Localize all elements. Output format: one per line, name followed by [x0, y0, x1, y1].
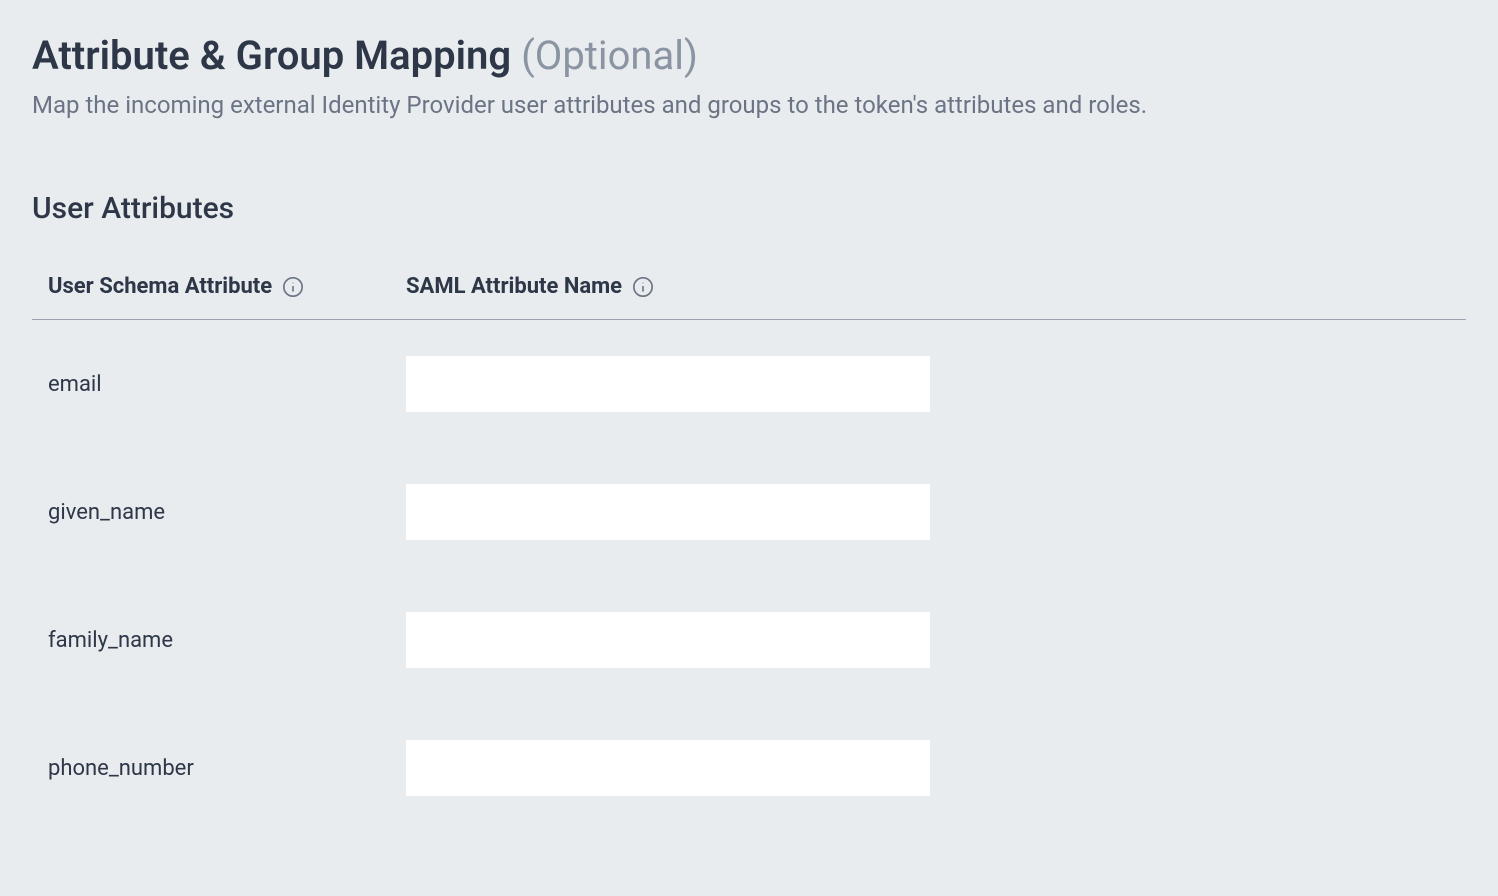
saml-attribute-cell [406, 356, 966, 412]
schema-attribute-name: phone_number [48, 756, 194, 781]
saml-attribute-cell [406, 484, 966, 540]
schema-attribute-cell: family_name [48, 628, 406, 653]
page-title: Attribute & Group Mapping (Optional) [32, 32, 1466, 79]
page-title-optional: (Optional) [521, 32, 698, 79]
table-row: given_name [32, 448, 1466, 576]
table-row: family_name [32, 576, 1466, 704]
saml-attribute-input-given-name[interactable] [406, 484, 930, 540]
column-header-saml-label: SAML Attribute Name [406, 274, 622, 299]
saml-attribute-cell [406, 740, 966, 796]
info-icon[interactable] [282, 276, 304, 298]
saml-attribute-cell [406, 612, 966, 668]
column-header-saml: SAML Attribute Name [406, 274, 966, 299]
table-row: email [32, 320, 1466, 448]
schema-attribute-name: family_name [48, 628, 173, 653]
table-row: phone_number [32, 704, 1466, 832]
info-icon[interactable] [632, 276, 654, 298]
page-title-text: Attribute & Group Mapping [32, 32, 511, 79]
column-header-schema: User Schema Attribute [48, 274, 406, 299]
schema-attribute-name: email [48, 372, 102, 397]
saml-attribute-input-family-name[interactable] [406, 612, 930, 668]
saml-attribute-input-phone-number[interactable] [406, 740, 930, 796]
table-header: User Schema Attribute SAML Attribute Nam… [32, 274, 1466, 320]
user-attributes-table: User Schema Attribute SAML Attribute Nam… [32, 274, 1466, 832]
page-subtitle: Map the incoming external Identity Provi… [32, 91, 1466, 119]
section-title: User Attributes [32, 191, 1466, 226]
saml-attribute-input-email[interactable] [406, 356, 930, 412]
schema-attribute-cell: phone_number [48, 756, 406, 781]
column-header-spacer [966, 274, 1466, 299]
column-header-schema-label: User Schema Attribute [48, 274, 272, 299]
schema-attribute-cell: given_name [48, 500, 406, 525]
schema-attribute-cell: email [48, 372, 406, 397]
schema-attribute-name: given_name [48, 500, 165, 525]
